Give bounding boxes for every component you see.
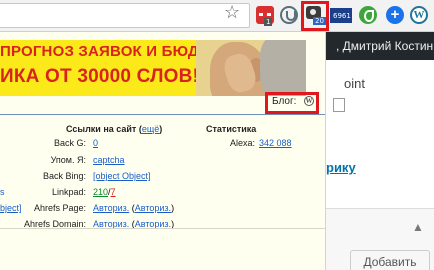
address-bar[interactable] <box>0 3 250 28</box>
stats-section-title: Статистика <box>206 124 257 134</box>
left-link-fragment[interactable]: bject] <box>0 203 22 213</box>
alexa-value[interactable]: 342 088 <box>259 138 292 148</box>
back-bing-value[interactable]: [object Object] <box>93 171 151 181</box>
banner-line-2: ИКА ОТ 30000 СЛОВ! <box>0 66 200 87</box>
linkpad-label: Linkpad: <box>51 187 86 197</box>
divider <box>0 228 325 229</box>
linkpad-bad-value[interactable]: 7 <box>111 187 116 197</box>
login-link[interactable]: Авториз. <box>93 203 129 213</box>
highlight-box <box>301 1 329 31</box>
ahrefs-page-value: Авториз. (Авториз.) <box>93 203 175 213</box>
more-link[interactable]: ещё <box>142 124 159 134</box>
ext-badge: 1 <box>264 18 273 26</box>
toggle-arrow-icon[interactable]: ▲ <box>412 220 424 234</box>
banner-line-1: ПРОГНОЗ ЗАЯВОК И БЮДЖЕТА, <box>0 43 200 60</box>
mentions-label: Упом. Я: <box>50 155 86 165</box>
back-bing-label: Back Bing: <box>42 171 86 181</box>
browser-toolbar: ☆ 1 20 6961 + W <box>0 0 434 32</box>
divider <box>0 114 325 115</box>
checkbox[interactable] <box>333 98 345 112</box>
linkpad-good-value[interactable]: 210 <box>93 187 108 197</box>
linkpad-value: 210/7 <box>93 187 116 197</box>
back-g-value[interactable]: 0 <box>93 138 98 148</box>
ext-red-dots-icon[interactable]: 1 <box>256 6 274 26</box>
star-icon[interactable]: ☆ <box>224 2 240 22</box>
alexa-label: Alexa: <box>230 138 256 148</box>
ext-counter-icon[interactable]: 6961 <box>330 8 352 23</box>
mentions-value[interactable]: captcha <box>93 155 125 165</box>
ahrefs-page-label: Ahrefs Page: <box>33 203 86 213</box>
wp-admin-bar: , Дмитрий Костин <box>320 32 434 60</box>
highlight-box <box>265 92 319 114</box>
ext-wordpress-icon[interactable]: W <box>410 6 428 24</box>
greeting-text[interactable]: , Дмитрий Костин <box>336 39 433 53</box>
back-g-label: Back G: <box>53 138 86 148</box>
left-link-fragment[interactable]: s <box>0 187 5 197</box>
login-link[interactable]: Авториз. <box>135 203 171 213</box>
ext-tracker-icon[interactable] <box>280 6 298 24</box>
links-section-title: Ссылки на сайт (ещё) <box>66 124 163 134</box>
background-link[interactable]: рику <box>326 160 356 175</box>
ext-evernote-icon[interactable] <box>359 6 377 24</box>
ad-banner[interactable]: ПРОГНОЗ ЗАЯВОК И БЮДЖЕТА, ИКА ОТ 30000 С… <box>0 40 200 96</box>
add-button[interactable]: Добавить <box>350 250 430 270</box>
banner-image <box>196 40 306 96</box>
ext-badge: 6961 <box>333 12 351 20</box>
seo-popup: ПРОГНОЗ ЗАЯВОК И БЮДЖЕТА, ИКА ОТ 30000 С… <box>0 32 326 270</box>
background-text: oint <box>344 76 365 91</box>
ext-add-icon[interactable]: + <box>386 6 404 24</box>
